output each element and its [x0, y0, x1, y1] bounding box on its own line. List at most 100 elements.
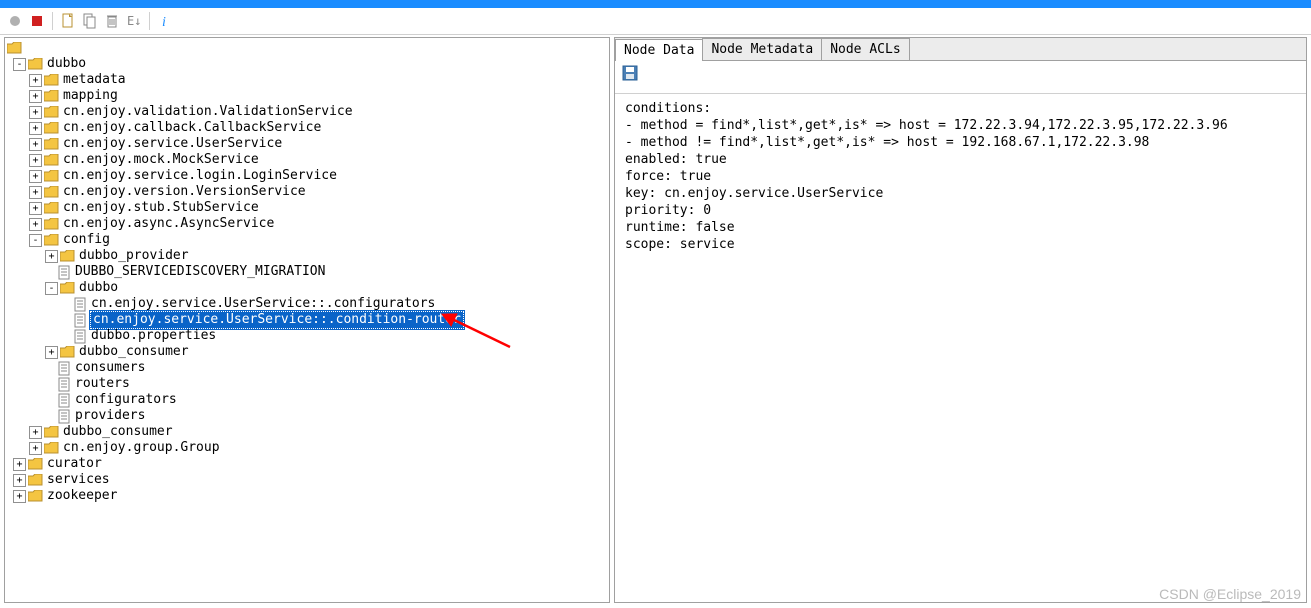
expand-icon[interactable]: + — [29, 74, 42, 87]
expand-icon[interactable]: + — [29, 138, 42, 151]
expand-icon[interactable]: + — [13, 458, 26, 471]
stop-button[interactable] — [28, 12, 46, 30]
tree-node-selected[interactable]: cn.enjoy.service.UserService::.condition… — [7, 312, 607, 328]
tree-node[interactable]: - dubbo — [7, 56, 607, 72]
tree-node[interactable]: - dubbo — [7, 280, 607, 296]
expand-icon[interactable]: + — [45, 346, 58, 359]
expand-icon[interactable]: + — [29, 202, 42, 215]
expand-icon[interactable]: + — [29, 186, 42, 199]
tree-label[interactable]: providers — [74, 408, 146, 424]
expand-icon[interactable]: + — [29, 90, 42, 103]
expand-icon[interactable]: + — [13, 490, 26, 503]
tree-label[interactable]: mapping — [62, 88, 119, 104]
tree-node[interactable]: + cn.enjoy.async.AsyncService — [7, 216, 607, 232]
tree-label[interactable]: dubbo_provider — [78, 248, 190, 264]
expand-icon[interactable]: + — [29, 122, 42, 135]
tree-node[interactable]: + cn.enjoy.service.UserService — [7, 136, 607, 152]
tree-node[interactable]: + curator — [7, 456, 607, 472]
tree-root: - dubbo + metadata + mapping + cn.en — [5, 38, 609, 506]
spacer — [45, 379, 56, 390]
tree-node[interactable]: routers — [7, 376, 607, 392]
expand-icon[interactable]: + — [29, 106, 42, 119]
tree-label[interactable]: cn.enjoy.callback.CallbackService — [62, 120, 322, 136]
tree-node[interactable]: + cn.enjoy.version.VersionService — [7, 184, 607, 200]
collapse-icon[interactable]: - — [13, 58, 26, 71]
open-folder-icon — [7, 42, 22, 55]
tree-label-selected[interactable]: cn.enjoy.service.UserService::.condition… — [90, 311, 464, 329]
folder-icon — [28, 490, 43, 503]
tree-label[interactable]: cn.enjoy.validation.ValidationService — [62, 104, 354, 120]
tree-node[interactable]: + zookeeper — [7, 488, 607, 504]
copy-button[interactable] — [81, 12, 99, 30]
tree-node[interactable]: + dubbo_consumer — [7, 424, 607, 440]
tree-label[interactable]: zookeeper — [46, 488, 118, 504]
new-file-button[interactable] — [59, 12, 77, 30]
expand-icon[interactable]: + — [29, 218, 42, 231]
tree-node[interactable]: + dubbo_consumer — [7, 344, 607, 360]
node-data-content[interactable]: conditions: - method = find*,list*,get*,… — [615, 94, 1306, 259]
tree-node[interactable]: - config — [7, 232, 607, 248]
expand-icon[interactable]: + — [29, 442, 42, 455]
collapse-icon[interactable]: - — [45, 282, 58, 295]
tree-node[interactable]: + cn.enjoy.validation.ValidationService — [7, 104, 607, 120]
tree-node[interactable]: + cn.enjoy.callback.CallbackService — [7, 120, 607, 136]
tree-panel[interactable]: - dubbo + metadata + mapping + cn.en — [4, 37, 610, 603]
tree-label[interactable]: dubbo — [78, 280, 119, 296]
record-button[interactable] — [6, 12, 24, 30]
expand-icon[interactable]: + — [29, 154, 42, 167]
expand-icon[interactable]: + — [29, 170, 42, 183]
tree-label[interactable]: config — [62, 232, 111, 248]
tree-label[interactable]: dubbo — [46, 56, 87, 72]
tree-label[interactable]: routers — [74, 376, 131, 392]
tree-label[interactable]: cn.enjoy.mock.MockService — [62, 152, 260, 168]
folder-icon — [44, 74, 59, 87]
folder-icon — [28, 458, 43, 471]
tree-node[interactable]: + services — [7, 472, 607, 488]
expand-icon[interactable]: + — [29, 426, 42, 439]
tree-label[interactable]: cn.enjoy.async.AsyncService — [62, 216, 275, 232]
tree-label[interactable]: consumers — [74, 360, 146, 376]
tree-label[interactable]: cn.enjoy.group.Group — [62, 440, 221, 456]
tree-label[interactable]: configurators — [74, 392, 178, 408]
tree-label[interactable]: services — [46, 472, 111, 488]
tree-node[interactable]: + cn.enjoy.group.Group — [7, 440, 607, 456]
tree-label[interactable]: cn.enjoy.stub.StubService — [62, 200, 260, 216]
tree-node[interactable]: configurators — [7, 392, 607, 408]
tree-label[interactable]: dubbo.properties — [90, 328, 217, 344]
tree-node[interactable]: consumers — [7, 360, 607, 376]
tree-node[interactable]: dubbo.properties — [7, 328, 607, 344]
tree-node[interactable]: + dubbo_provider — [7, 248, 607, 264]
expand-icon[interactable]: + — [13, 474, 26, 487]
main-toolbar: E↓ i — [0, 8, 1311, 35]
tree-node[interactable]: cn.enjoy.service.UserService::.configura… — [7, 296, 607, 312]
tree-node[interactable]: + cn.enjoy.mock.MockService — [7, 152, 607, 168]
tree-label[interactable]: curator — [46, 456, 103, 472]
tree-node[interactable]: + metadata — [7, 72, 607, 88]
collapse-icon[interactable]: - — [29, 234, 42, 247]
tree-node[interactable]: + cn.enjoy.stub.StubService — [7, 200, 607, 216]
tree-node[interactable]: + cn.enjoy.service.login.LoginService — [7, 168, 607, 184]
spacer — [61, 299, 72, 310]
edit-button[interactable]: E↓ — [125, 12, 143, 30]
tree-node-root[interactable] — [7, 40, 607, 56]
folder-icon — [44, 106, 59, 119]
delete-button[interactable] — [103, 12, 121, 30]
tab-node-data[interactable]: Node Data — [615, 39, 703, 61]
tree-label[interactable]: DUBBO_SERVICEDISCOVERY_MIGRATION — [74, 264, 326, 280]
tree-node[interactable]: + mapping — [7, 88, 607, 104]
tree-label[interactable]: metadata — [62, 72, 127, 88]
tree-label[interactable]: cn.enjoy.service.UserService — [62, 136, 283, 152]
tab-node-acls[interactable]: Node ACLs — [821, 38, 909, 60]
info-button[interactable]: i — [156, 12, 174, 30]
tree-node[interactable]: providers — [7, 408, 607, 424]
tree-node[interactable]: DUBBO_SERVICEDISCOVERY_MIGRATION — [7, 264, 607, 280]
tree-label[interactable]: cn.enjoy.service.UserService::.configura… — [90, 296, 436, 312]
tree-label[interactable]: cn.enjoy.version.VersionService — [62, 184, 307, 200]
save-button[interactable] — [621, 64, 639, 82]
spacer — [45, 411, 56, 422]
tree-label[interactable]: dubbo_consumer — [78, 344, 190, 360]
tree-label[interactable]: dubbo_consumer — [62, 424, 174, 440]
tab-node-metadata[interactable]: Node Metadata — [702, 38, 822, 60]
tree-label[interactable]: cn.enjoy.service.login.LoginService — [62, 168, 338, 184]
expand-icon[interactable]: + — [45, 250, 58, 263]
